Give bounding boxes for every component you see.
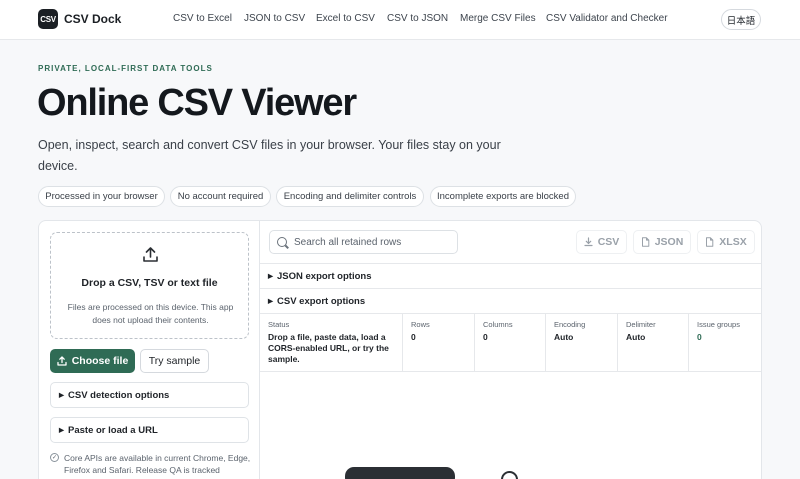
- dropzone-title: Drop a CSV, TSV or text file: [81, 277, 218, 289]
- file-icon: [641, 237, 650, 247]
- stat-rows-label: Rows: [411, 320, 430, 329]
- json-export-options-toggle[interactable]: ▶ JSON export options: [260, 263, 761, 288]
- stat-rows-value: 0: [411, 332, 416, 342]
- file-icon: [706, 237, 714, 247]
- language-switch-button[interactable]: 日本語: [721, 9, 761, 30]
- download-icon: [584, 237, 593, 247]
- csv-detection-options-label: CSV detection options: [68, 389, 170, 401]
- paste-url-toggle[interactable]: ▶ Paste or load a URL: [50, 417, 249, 443]
- csv-export-options-toggle[interactable]: ▶ CSV export options: [260, 288, 761, 313]
- paste-url-label: Paste or load a URL: [68, 424, 158, 436]
- choose-file-label: Choose file: [71, 355, 129, 367]
- export-csv-label: CSV: [597, 236, 620, 248]
- caret-right-icon: ▶: [268, 273, 273, 280]
- caret-right-icon: ▶: [268, 298, 273, 305]
- caret-right-icon: ▶: [59, 392, 64, 399]
- stat-issue-groups-value: 0: [697, 332, 702, 342]
- caret-right-icon: ▶: [59, 427, 64, 434]
- nav-merge-csv[interactable]: Merge CSV Files: [460, 13, 536, 24]
- export-json-label: JSON: [654, 236, 684, 248]
- viewer-card: Drop a CSV, TSV or text file Files are p…: [38, 220, 762, 479]
- page-title: Online CSV Viewer: [37, 82, 357, 124]
- search-input[interactable]: Search all retained rows: [269, 230, 458, 254]
- stat-delimiter-value: Auto: [626, 332, 646, 342]
- stat-delimiter: Delimiter Auto: [618, 314, 689, 371]
- top-header: CSV CSV Dock CSV to Excel JSON to CSV Ex…: [0, 0, 800, 40]
- nav-csv-validator[interactable]: CSV Validator and Checker: [546, 13, 668, 24]
- check-circle-icon: ✓: [50, 453, 59, 462]
- pill-incomplete-exports: Incomplete exports are blocked: [430, 186, 576, 207]
- stat-issue-groups: Issue groups 0: [689, 314, 761, 371]
- stat-columns: Columns 0: [475, 314, 546, 371]
- stat-columns-value: 0: [483, 332, 488, 342]
- stat-status: Status Drop a file, paste data, load a C…: [260, 314, 403, 371]
- upload-icon: [143, 247, 158, 262]
- browser-support-note: ✓ Core APIs are available in current Chr…: [50, 452, 255, 476]
- logo-icon[interactable]: CSV: [38, 9, 58, 29]
- upload-panel: Drop a CSV, TSV or text file Files are p…: [39, 221, 260, 479]
- stat-encoding-label: Encoding: [554, 320, 586, 329]
- file-dropzone[interactable]: Drop a CSV, TSV or text file Files are p…: [50, 232, 249, 339]
- page-subtitle: Open, inspect, search and convert CSV fi…: [38, 138, 501, 173]
- json-export-options-label: JSON export options: [277, 270, 372, 282]
- try-sample-button[interactable]: Try sample: [140, 349, 209, 373]
- choose-file-button[interactable]: Choose file: [50, 349, 135, 373]
- export-xlsx-label: XLSX: [719, 236, 747, 248]
- brand-name[interactable]: CSV Dock: [64, 12, 121, 26]
- stat-columns-label: Columns: [483, 320, 513, 329]
- nav-json-to-csv[interactable]: JSON to CSV: [244, 13, 305, 24]
- eyebrow-text: PRIVATE, LOCAL-FIRST DATA TOOLS: [38, 64, 213, 73]
- csv-detection-options-toggle[interactable]: ▶ CSV detection options: [50, 382, 249, 408]
- data-panel: Search all retained rows CSV JSON XLSX ▶…: [260, 221, 761, 479]
- nav-csv-to-json[interactable]: CSV to JSON: [387, 13, 448, 24]
- pill-encoding-controls: Encoding and delimiter controls: [276, 186, 424, 207]
- file-stats-grid: Status Drop a file, paste data, load a C…: [260, 313, 761, 372]
- pill-processed-in-browser: Processed in your browser: [38, 186, 165, 207]
- nav-csv-to-excel[interactable]: CSV to Excel: [173, 13, 232, 24]
- browser-support-text: Core APIs are available in current Chrom…: [64, 453, 251, 475]
- upload-icon: [57, 356, 67, 366]
- stat-encoding-value: Auto: [554, 332, 574, 342]
- export-xlsx-button[interactable]: XLSX: [697, 230, 755, 254]
- export-csv-button[interactable]: CSV: [576, 230, 627, 254]
- pill-no-account: No account required: [170, 186, 271, 207]
- stat-encoding: Encoding Auto: [546, 314, 618, 371]
- floating-toolbar[interactable]: [345, 467, 455, 479]
- export-json-button[interactable]: JSON: [633, 230, 691, 254]
- stat-rows: Rows 0: [403, 314, 475, 371]
- stat-status-value: Drop a file, paste data, load a CORS-ena…: [268, 332, 389, 364]
- dropzone-description: Files are processed on this device. This…: [67, 302, 234, 325]
- search-placeholder: Search all retained rows: [294, 236, 402, 248]
- nav-excel-to-csv[interactable]: Excel to CSV: [316, 13, 375, 24]
- stat-delimiter-label: Delimiter: [626, 320, 656, 329]
- search-icon: [277, 237, 287, 247]
- stat-issue-groups-label: Issue groups: [697, 320, 740, 329]
- stat-status-label: Status: [268, 320, 290, 329]
- csv-export-options-label: CSV export options: [277, 295, 366, 307]
